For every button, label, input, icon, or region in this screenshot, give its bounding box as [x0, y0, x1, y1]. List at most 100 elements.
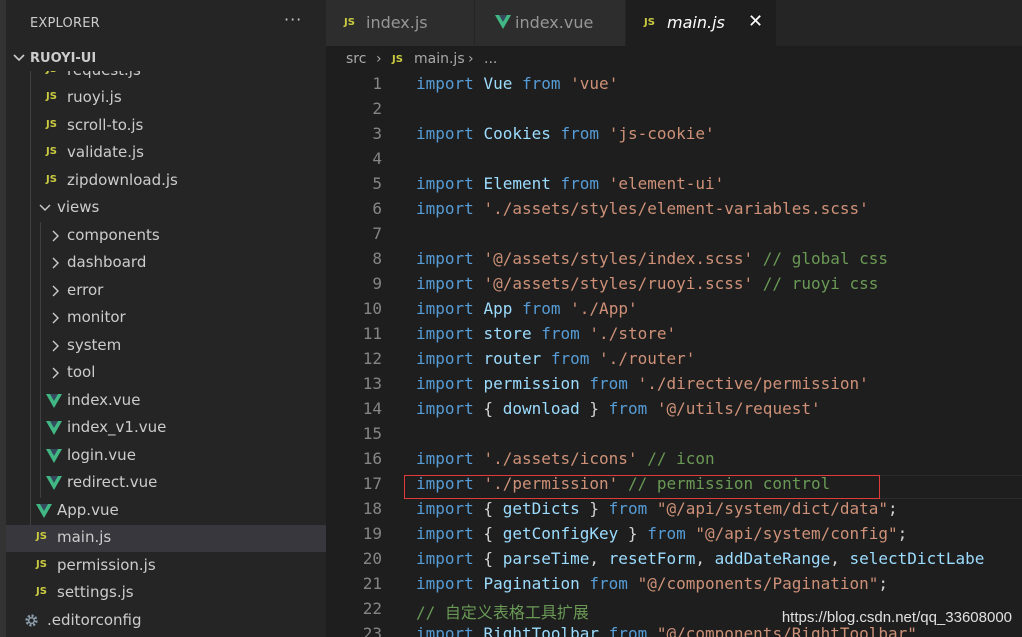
- tree-item-label: App.vue: [57, 501, 119, 519]
- code-line: import router from './router': [416, 349, 696, 368]
- line-number: 21: [362, 574, 382, 593]
- tree-item-label: system: [67, 336, 122, 354]
- vue-file-icon: [46, 421, 62, 435]
- code-line: import { download } from '@/utils/reques…: [416, 399, 821, 418]
- tree-item-editorconfig[interactable]: .editorconfig: [6, 608, 326, 635]
- tree-item-label: index_v1.vue: [67, 418, 167, 436]
- tab-label: main.js: [667, 13, 725, 32]
- line-number: 11: [362, 324, 382, 343]
- chevron-right-icon: [52, 285, 59, 297]
- chevron-right-icon: [52, 230, 59, 242]
- js-file-icon: JS: [46, 119, 57, 130]
- line-number: 15: [362, 424, 382, 443]
- code-line: import { getConfigKey } from "@/api/syst…: [416, 524, 908, 543]
- breadcrumb-symbols[interactable]: ...: [484, 51, 497, 67]
- vue-file-icon: [46, 476, 62, 490]
- line-number: 7: [372, 224, 382, 243]
- vue-file-icon: [46, 449, 62, 463]
- line-number: 1: [372, 74, 382, 93]
- js-file-icon: JS: [344, 17, 355, 28]
- code-line: import Vue from 'vue': [416, 74, 619, 93]
- tab-index-js[interactable]: JS index.js: [326, 0, 474, 46]
- chevron-down-icon: [39, 204, 51, 211]
- line-number: 4: [372, 149, 382, 168]
- js-file-icon: JS: [392, 54, 403, 65]
- code-line: import Cookies from 'js-cookie': [416, 124, 715, 143]
- line-number: 13: [362, 374, 382, 393]
- chevron-right-icon: [52, 312, 59, 324]
- tree-folder-tool[interactable]: tool: [6, 360, 326, 387]
- tree-item-label: validate.js: [67, 143, 144, 161]
- tree-folder-monitor[interactable]: monitor: [6, 305, 326, 332]
- js-file-icon: JS: [46, 174, 57, 185]
- tab-label: index.vue: [515, 13, 594, 32]
- tree-item-permission-js[interactable]: JS permission.js: [6, 553, 326, 580]
- tree-item-login-vue[interactable]: login.vue: [6, 443, 326, 470]
- tree-folder-system[interactable]: system: [6, 333, 326, 360]
- tree-item-label: index.vue: [67, 391, 141, 409]
- gear-icon: [25, 614, 38, 627]
- js-file-icon: JS: [36, 531, 47, 542]
- tree-folder-views[interactable]: views: [6, 195, 326, 222]
- tree-item-label: zipdownload.js: [67, 171, 178, 189]
- tree-item-app-vue[interactable]: App.vue: [6, 498, 326, 525]
- tree-item-redirect-vue[interactable]: redirect.vue: [6, 470, 326, 497]
- line-number: 3: [372, 124, 382, 143]
- tab-main-js[interactable]: JS main.js ✕: [626, 0, 776, 46]
- vue-file-icon: [36, 504, 52, 518]
- chevron-right-icon: [52, 340, 59, 352]
- tree-item-label: .editorconfig: [47, 611, 142, 629]
- more-actions-button[interactable]: ···: [284, 10, 302, 29]
- code-line: import { getDicts } from "@/api/system/d…: [416, 499, 898, 518]
- watermark: https://blog.csdn.net/qq_33608000: [781, 609, 1012, 626]
- line-number: 19: [362, 524, 382, 543]
- tree-item-label: settings.js: [57, 583, 134, 601]
- chevron-right-icon: [52, 367, 59, 379]
- tree-folder-components[interactable]: components: [6, 223, 326, 250]
- js-file-icon: JS: [46, 146, 57, 157]
- editor-tab-bar: JS index.js index.vue JS main.js ✕: [326, 0, 1022, 46]
- tree-item-scroll-to-js[interactable]: JS scroll-to.js: [6, 113, 326, 140]
- js-file-icon: JS: [36, 559, 47, 570]
- code-line: import App from './App': [416, 299, 638, 318]
- tree-item-settings-js[interactable]: JS settings.js: [6, 580, 326, 607]
- tree-item-label: views: [57, 198, 100, 216]
- close-tab-icon[interactable]: ✕: [748, 11, 763, 32]
- tree-folder-dashboard[interactable]: dashboard: [6, 250, 326, 277]
- line-number: 12: [362, 349, 382, 368]
- line-number: 23: [362, 624, 382, 637]
- line-number: 22: [362, 599, 382, 618]
- chevron-right-icon: [52, 257, 59, 269]
- line-number: 18: [362, 499, 382, 518]
- explorer-title: EXPLORER: [30, 16, 100, 31]
- code-line: import '@/assets/styles/index.scss' // g…: [416, 249, 889, 268]
- tree-item-label: tool: [67, 363, 96, 381]
- code-line: import { parseTime, resetForm, addDateRa…: [416, 549, 985, 568]
- tree-item-label: redirect.vue: [67, 473, 158, 491]
- line-number: 9: [372, 274, 382, 293]
- breadcrumb-src[interactable]: src: [346, 51, 366, 67]
- code-line: import store from './store': [416, 324, 677, 343]
- breadcrumb-file[interactable]: main.js: [414, 51, 465, 67]
- code-editor[interactable]: 1 2 3 4 5 6 7 8 9 10 11 12 13 14 15 16 17 18 19 20 21 22 23 im…: [326, 74, 1022, 637]
- tree-item-index-vue[interactable]: index.vue: [6, 388, 326, 415]
- code-line: import './assets/styles/element-variable…: [416, 199, 869, 218]
- tree-item-validate-js[interactable]: JS validate.js: [6, 140, 326, 167]
- tree-item-main-js[interactable]: JS main.js: [6, 525, 326, 552]
- tree-item-label: main.js: [57, 528, 112, 546]
- tree-item-zipdownload-js[interactable]: JS zipdownload.js: [6, 168, 326, 195]
- code-line: import '@/assets/styles/ruoyi.scss' // r…: [416, 274, 879, 293]
- js-file-icon: JS: [36, 586, 47, 597]
- tree-item-ruoyi-js[interactable]: JS ruoyi.js: [6, 85, 326, 112]
- tree-item-index-v1-vue[interactable]: index_v1.vue: [6, 415, 326, 442]
- tab-label: index.js: [366, 13, 428, 32]
- tree-item-label: scroll-to.js: [67, 116, 144, 134]
- explorer-root-folder[interactable]: RUOYI-UI: [6, 47, 326, 71]
- tab-index-vue[interactable]: index.vue: [475, 0, 625, 46]
- code-line: import Pagination from "@/components/Pag…: [416, 574, 889, 593]
- breadcrumb-separator: ›: [468, 51, 474, 67]
- tree-folder-error[interactable]: error: [6, 278, 326, 305]
- code-line: import permission from './directive/perm…: [416, 374, 869, 393]
- line-number: 17: [362, 474, 382, 493]
- line-number: 5: [372, 174, 382, 193]
